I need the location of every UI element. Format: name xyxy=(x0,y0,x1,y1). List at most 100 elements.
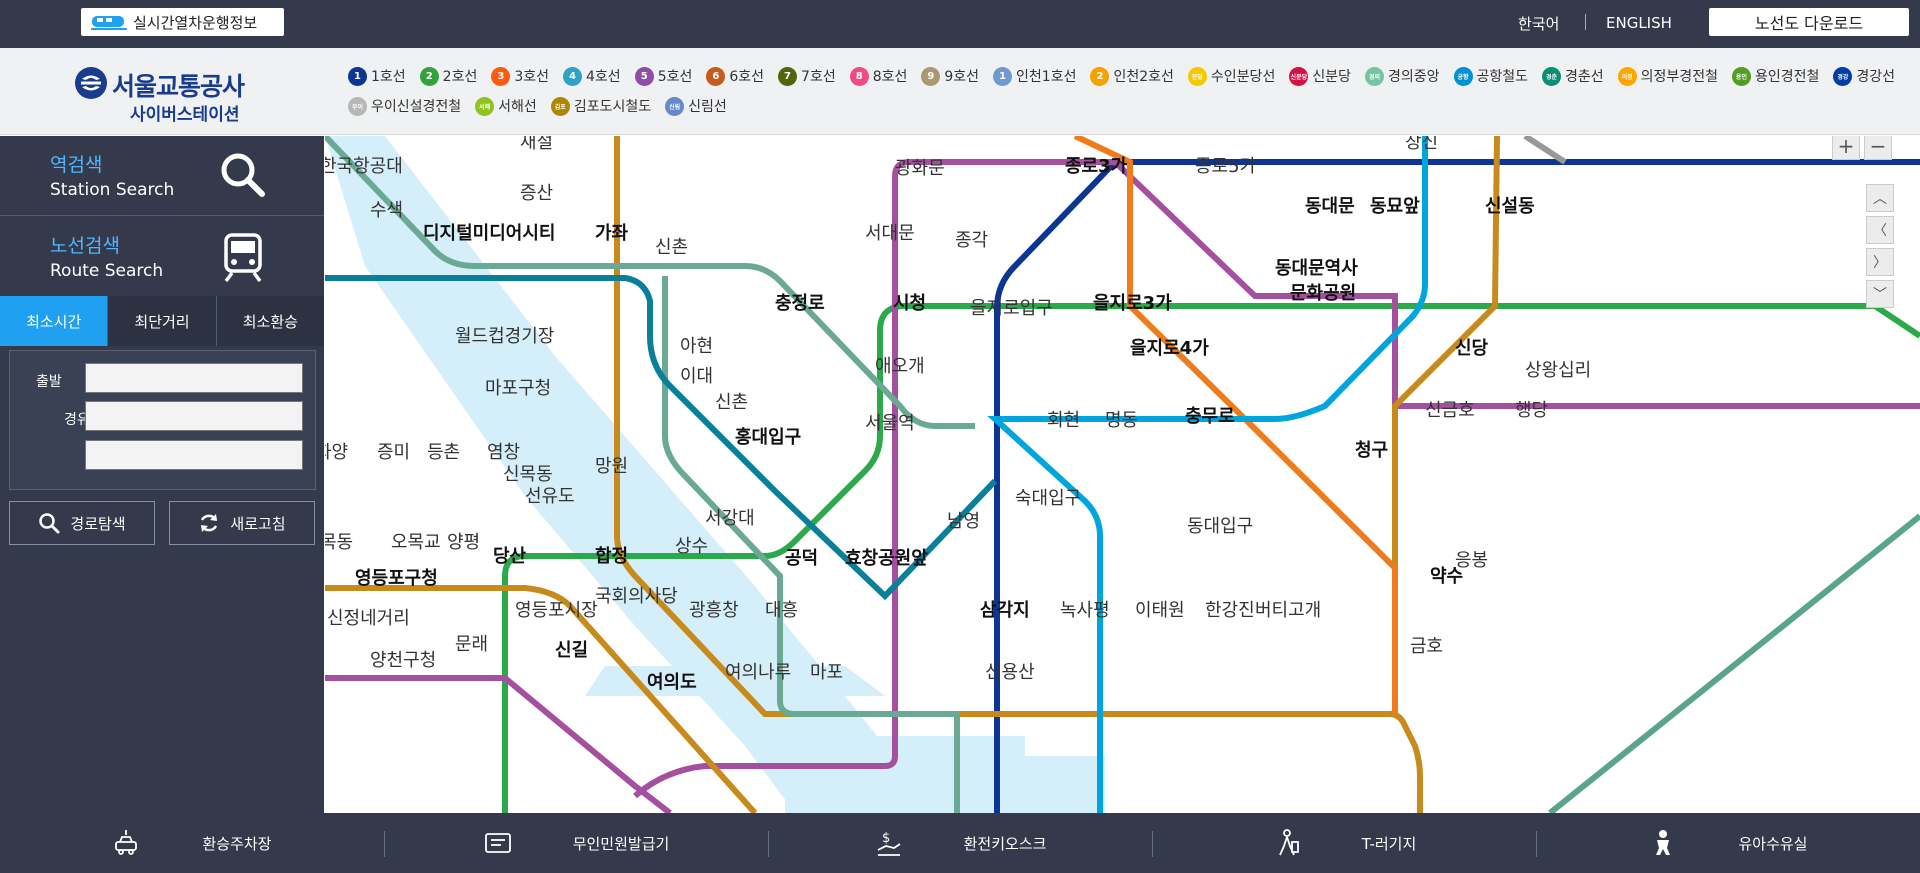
legend-item[interactable]: 신림 신림선 xyxy=(665,96,727,116)
legend-item[interactable]: 경의 경의중앙 xyxy=(1364,66,1440,86)
legend-item[interactable]: 2 인천2호선 xyxy=(1090,66,1174,86)
station-label[interactable]: 충무로 xyxy=(1185,406,1235,427)
legend-item[interactable]: 서해 서해선 xyxy=(475,96,537,116)
route-search-submit-button[interactable]: 경로탐색 xyxy=(9,501,155,545)
legend-item[interactable]: 용인 용인경전철 xyxy=(1731,66,1819,86)
realtime-train-info-button[interactable]: 실시간열차운행정보 xyxy=(81,8,284,36)
station-label[interactable]: 오목교 xyxy=(391,532,441,553)
station-label[interactable]: 홍대입구 xyxy=(735,426,801,448)
station-label[interactable]: 동대입구 xyxy=(1187,516,1253,537)
station-label[interactable]: 아현 xyxy=(680,336,713,357)
lang-english-link[interactable]: ENGLISH xyxy=(1606,14,1672,32)
footer-nursing-room[interactable]: 유아수유실 xyxy=(1536,813,1920,873)
station-label[interactable]: 디지털미디어시티 xyxy=(423,223,555,244)
station-label[interactable]: 증미 xyxy=(377,442,410,463)
station-label[interactable]: 문래 xyxy=(455,634,488,655)
station-label[interactable]: 한강진 xyxy=(1205,600,1255,621)
station-label[interactable]: 을지로4가 xyxy=(1130,338,1209,359)
station-label[interactable]: 서울역 xyxy=(865,413,915,434)
legend-item[interactable]: 6 6호선 xyxy=(706,66,764,86)
station-label[interactable]: 남영 xyxy=(947,511,980,532)
subway-map[interactable]: 종로3가 종로5가 광화문 창신 동대문 동묘앞 신설동 한국항공대 수색 증산 새절 디지털미디어시… xyxy=(325,136,1920,813)
legend-item[interactable]: 의정 의정부경전철 xyxy=(1617,66,1718,86)
station-label[interactable]: 월드컵경기장 xyxy=(455,326,554,347)
footer-kiosk[interactable]: 무인민원발급기 xyxy=(384,813,768,873)
legend-item[interactable]: 2 2호선 xyxy=(419,66,477,86)
station-label[interactable]: 마포 xyxy=(810,662,843,683)
station-label[interactable]: 신촌 xyxy=(715,392,748,413)
tab-min-distance[interactable]: 최단거리 xyxy=(108,296,217,346)
station-label[interactable]: 신목동 xyxy=(503,464,553,485)
legend-item[interactable]: 3 3호선 xyxy=(491,66,549,86)
legend-item[interactable]: 1 1호선 xyxy=(348,66,406,86)
station-label[interactable]: 신용산 xyxy=(985,662,1035,683)
map-download-button[interactable]: 노선도 다운로드 xyxy=(1709,8,1909,36)
station-label[interactable]: 영등포구청 xyxy=(355,568,438,589)
station-search-button[interactable]: 역검색 Station Search xyxy=(0,136,324,216)
via-input[interactable] xyxy=(85,401,303,431)
legend-item[interactable]: 신분당 신분당 xyxy=(1289,66,1351,86)
station-label[interactable]: 양천구청 xyxy=(370,650,436,671)
station-label[interactable]: 국회의사당 xyxy=(595,586,678,607)
footer-transfer-parking[interactable]: 환승주차장 xyxy=(0,813,384,873)
legend-item[interactable]: 경강 경강선 xyxy=(1833,66,1895,86)
station-label[interactable]: 여의도 xyxy=(647,672,697,693)
station-label[interactable]: 효창공원앞 xyxy=(845,548,928,569)
station-label[interactable]: 신금호 xyxy=(1425,400,1475,421)
zoom-out-button[interactable]: − xyxy=(1864,136,1892,160)
station-label[interactable]: 동대문역사 xyxy=(1275,258,1358,279)
station-label[interactable]: 대흥 xyxy=(765,600,798,621)
station-label[interactable]: 망원 xyxy=(595,456,628,477)
station-label[interactable]: 청구 xyxy=(1355,440,1388,461)
station-label[interactable]: 종각 xyxy=(955,230,988,251)
zoom-in-button[interactable]: + xyxy=(1832,136,1860,160)
station-label[interactable]: 회현 xyxy=(1047,410,1080,431)
station-label[interactable]: 종로3가 xyxy=(1065,156,1128,177)
station-label[interactable]: 마포구청 xyxy=(485,378,551,399)
station-label[interactable]: 상수 xyxy=(675,536,708,557)
station-label[interactable]: 삼각지 xyxy=(980,600,1030,621)
tab-min-transfer[interactable]: 최소환승 xyxy=(216,296,324,346)
station-label[interactable]: 시청 xyxy=(893,293,926,314)
station-label[interactable]: 선유도 xyxy=(525,486,575,507)
station-label[interactable]: 합정 xyxy=(595,545,628,567)
station-label[interactable]: 버티고개 xyxy=(1255,600,1321,621)
station-label[interactable]: 증산 xyxy=(520,183,553,204)
station-label[interactable]: 종로5가 xyxy=(1195,156,1256,177)
legend-item[interactable]: 4 4호선 xyxy=(563,66,621,86)
station-label[interactable]: 당산 xyxy=(493,546,527,567)
station-label[interactable]: 여의나루 xyxy=(725,662,791,683)
legend-item[interactable]: 1 인천1호선 xyxy=(993,66,1076,86)
from-input[interactable] xyxy=(85,363,303,393)
station-label[interactable]: 수색 xyxy=(370,200,403,221)
station-label[interactable]: 창신 xyxy=(1405,136,1438,153)
station-label[interactable]: 문화공원 xyxy=(1290,283,1356,304)
station-label[interactable]: 이대 xyxy=(680,366,713,387)
legend-item[interactable]: 8 8호선 xyxy=(849,66,907,86)
legend-item[interactable]: 9 9호선 xyxy=(921,66,979,86)
station-label[interactable]: 광흥창 xyxy=(689,600,739,621)
station-label[interactable]: 충정로 xyxy=(775,293,825,314)
legend-item[interactable]: 7 7호선 xyxy=(778,66,836,86)
station-label[interactable]: 숙대입구 xyxy=(1015,488,1081,509)
station-label[interactable]: 공덕 xyxy=(785,548,818,569)
station-label[interactable]: 애오개 xyxy=(875,356,925,377)
station-label[interactable]: 서대문 xyxy=(865,223,915,244)
legend-item[interactable]: 김포 김포도시철도 xyxy=(550,96,651,116)
tab-min-time[interactable]: 최소시간 xyxy=(0,296,109,346)
station-label[interactable]: 가좌 xyxy=(595,223,629,244)
station-label[interactable]: 염창 xyxy=(487,442,520,463)
station-label[interactable]: 응봉 xyxy=(1455,550,1488,571)
station-label[interactable]: 화양 xyxy=(325,442,348,463)
station-label[interactable]: 신설동 xyxy=(1485,196,1535,217)
legend-item[interactable]: 분당 수인분당선 xyxy=(1187,66,1275,86)
route-search-button[interactable]: 노선검색 Route Search xyxy=(0,217,324,297)
legend-item[interactable]: 5 5호선 xyxy=(634,66,692,86)
refresh-button[interactable]: 새로고침 xyxy=(169,501,315,545)
footer-t-luggage[interactable]: T-러기지 xyxy=(1152,813,1536,873)
legend-item[interactable]: 경춘 경춘선 xyxy=(1542,66,1604,86)
station-label[interactable]: 서강대 xyxy=(705,508,755,529)
pan-right-button[interactable]: 〉 xyxy=(1866,248,1894,276)
station-label[interactable]: 금호 xyxy=(1410,636,1443,657)
pan-down-button[interactable]: ﹀ xyxy=(1866,280,1894,308)
